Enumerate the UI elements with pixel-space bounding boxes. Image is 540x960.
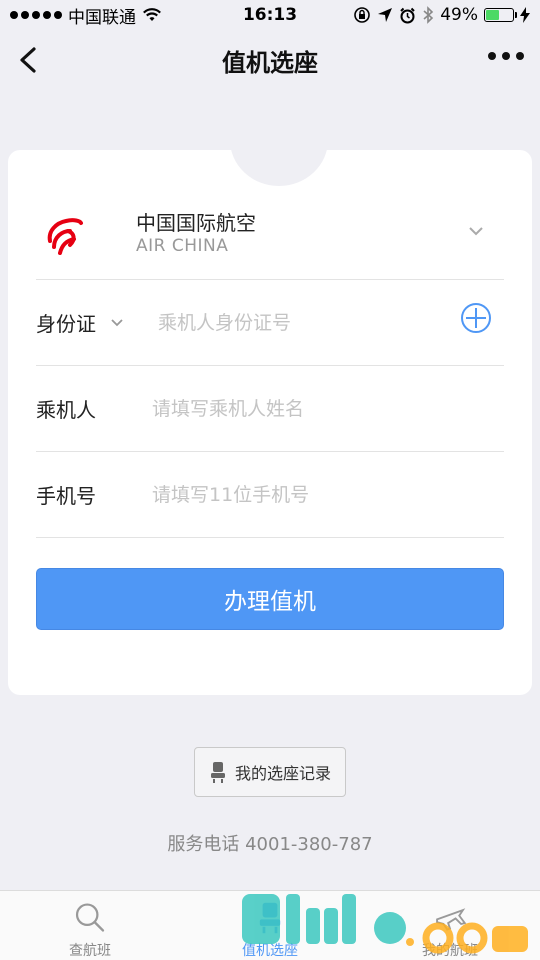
back-arrow-icon[interactable] xyxy=(14,44,44,76)
battery-icon xyxy=(484,8,517,22)
chevron-down-icon[interactable] xyxy=(468,226,484,236)
alarm-icon xyxy=(400,7,415,23)
status-right: 49% xyxy=(353,5,530,25)
tab-checkin-seat[interactable]: 值机选座 xyxy=(180,891,360,960)
status-bar: 中国联通 16:13 49% xyxy=(0,0,540,30)
plane-icon xyxy=(436,908,467,931)
airline-name: 中国国际航空 xyxy=(136,210,256,235)
tab-my-flights[interactable]: 我的航班 xyxy=(360,891,540,960)
id-number-input[interactable] xyxy=(158,311,458,334)
charging-bolt-icon xyxy=(520,7,530,23)
id-type-label: 身份证 xyxy=(36,312,96,336)
service-phone: 服务电话 4001-380-787 xyxy=(167,834,373,855)
location-arrow-icon xyxy=(378,8,393,22)
tab-label: 我的航班 xyxy=(422,943,478,959)
status-left: 中国联通 xyxy=(10,3,162,28)
signal-strength-icon xyxy=(10,11,62,19)
seat-icon xyxy=(259,902,281,934)
tab-bar: 查航班 值机选座 我的航班 xyxy=(0,890,540,960)
seat-record-label: 我的选座记录 xyxy=(234,764,331,783)
airline-name-en: AIR CHINA xyxy=(136,235,229,256)
card-notch xyxy=(230,94,328,186)
tab-label: 值机选座 xyxy=(242,943,298,959)
phone-input[interactable] xyxy=(152,483,452,506)
id-type-selector[interactable]: 身份证 xyxy=(36,308,152,337)
id-number-row: 身份证 xyxy=(36,280,504,366)
more-options-icon[interactable] xyxy=(488,52,524,60)
seat-icon xyxy=(210,762,225,783)
checkin-button[interactable]: 办理值机 xyxy=(36,568,504,630)
passenger-name-input[interactable] xyxy=(152,397,452,420)
add-passenger-icon[interactable] xyxy=(460,302,492,334)
search-icon xyxy=(75,903,105,932)
checkin-card: 中国国际航空 AIR CHINA 身份证 乘机人 手机号 办理值机 xyxy=(8,94,532,695)
nav-bar: 值机选座 xyxy=(0,30,540,90)
air-china-logo-icon xyxy=(47,217,83,255)
battery-level xyxy=(486,10,499,20)
page-title: 值机选座 xyxy=(222,48,318,77)
carrier-name: 中国联通 xyxy=(68,7,136,28)
phone-label: 手机号 xyxy=(36,484,96,508)
seat-record-button[interactable]: 我的选座记录 xyxy=(194,747,346,797)
chevron-down-icon xyxy=(111,319,123,327)
airline-text: 中国国际航空 AIR CHINA xyxy=(136,210,256,256)
battery-percentage: 49% xyxy=(440,5,478,25)
wifi-icon xyxy=(143,8,161,21)
airline-selector[interactable]: 中国国际航空 AIR CHINA xyxy=(36,200,504,280)
phone-row: 手机号 xyxy=(36,452,504,538)
passenger-label: 乘机人 xyxy=(36,398,96,422)
bluetooth-icon xyxy=(423,6,434,24)
passenger-name-row: 乘机人 xyxy=(36,366,504,452)
tab-search-flight[interactable]: 查航班 xyxy=(0,891,180,960)
rotation-lock-icon xyxy=(354,7,371,23)
tab-label: 查航班 xyxy=(69,943,111,959)
